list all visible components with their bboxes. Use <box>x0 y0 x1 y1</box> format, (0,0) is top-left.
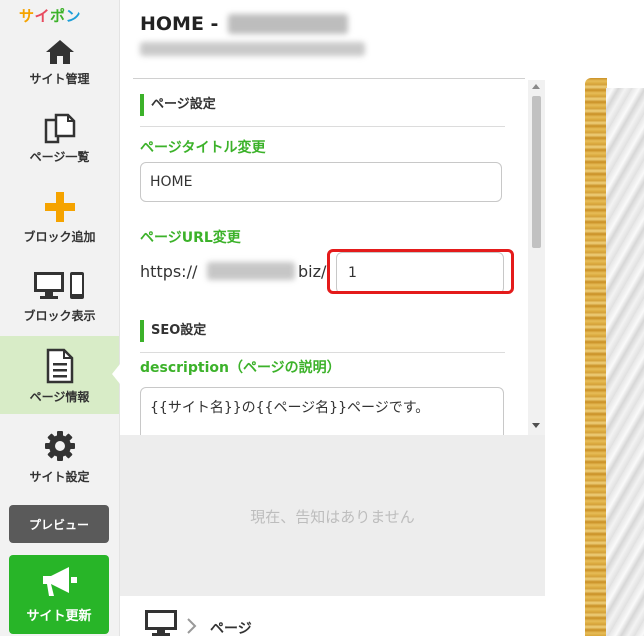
document-icon <box>46 348 73 384</box>
highlight-box <box>327 249 514 294</box>
settings-form: ページ設定 ページタイトル変更 HOME ページURL変更 https:// b… <box>120 80 545 435</box>
page-url-label: ページURL変更 <box>140 230 241 246</box>
site-preview <box>545 0 644 636</box>
divider <box>140 126 505 127</box>
sidebar-item-label: ページ情報 <box>29 390 90 404</box>
home-icon <box>45 40 74 64</box>
description-label: description（ページの説明） <box>140 360 341 376</box>
sidebar-item-label: ページ一覧 <box>29 150 90 164</box>
sidebar-item-label: ブロック表示 <box>23 309 96 323</box>
megaphone-icon <box>43 567 77 596</box>
sidebar-item-page-list[interactable]: ページ一覧 <box>0 106 119 186</box>
sidebar-item-add-block[interactable]: ブロック追加 <box>0 184 119 264</box>
devices-icon <box>33 272 84 299</box>
site-update-label: サイト更新 <box>26 609 92 624</box>
notice-text: 現在、告知はありません <box>250 508 415 526</box>
redacted-site-name <box>228 14 348 34</box>
sidebar-item-label: サイト設定 <box>29 470 90 484</box>
divider <box>133 78 525 79</box>
preview-button[interactable]: プレビュー <box>9 505 109 543</box>
page-info-panel: HOME - ページ設定 ページタイトル変更 HOME ページURL変更 htt… <box>120 0 545 638</box>
gear-icon <box>44 431 75 461</box>
pages-icon <box>44 113 75 144</box>
page-title-input[interactable]: HOME <box>140 162 502 202</box>
breadcrumb-page[interactable]: ページ <box>210 618 252 638</box>
preview-image <box>606 88 644 636</box>
page-title: HOME - <box>140 13 219 35</box>
active-pointer <box>112 364 120 384</box>
monitor-icon <box>145 610 177 636</box>
sidebar-item-site-settings[interactable]: サイト設定 <box>0 420 119 500</box>
notice-area: 現在、告知はありません <box>120 435 545 596</box>
sidebar-item-label: ブロック追加 <box>23 230 96 244</box>
preview-image-frame <box>585 78 607 636</box>
page-title-label: ページタイトル変更 <box>140 140 266 156</box>
sidebar: サイポン サイト管理 ページ一覧 ブロック追加 ブロック表示 ページ情報 サイト… <box>0 0 120 636</box>
url-prefix: https:// <box>140 262 198 281</box>
sidebar-item-site-management[interactable]: サイト管理 <box>0 30 119 110</box>
app-logo: サイポン <box>19 7 82 25</box>
sidebar-item-label: サイト管理 <box>29 72 90 86</box>
sidebar-item-block-display[interactable]: ブロック表示 <box>0 262 119 342</box>
section-heading-seo: SEO設定 <box>140 320 206 342</box>
breadcrumb: ページ <box>120 596 545 638</box>
redacted-site-url <box>140 42 365 56</box>
scrollbar[interactable] <box>528 80 545 435</box>
site-update-button[interactable]: サイト更新 <box>9 555 109 634</box>
plus-icon <box>44 192 75 222</box>
chevron-right-icon <box>187 618 197 634</box>
sidebar-item-page-info[interactable]: ページ情報 <box>0 336 119 414</box>
scroll-down-arrow[interactable] <box>532 423 540 428</box>
scrollbar-thumb[interactable] <box>532 96 541 248</box>
redacted-domain <box>207 262 295 280</box>
scroll-up-arrow[interactable] <box>532 84 540 89</box>
divider <box>140 352 505 353</box>
section-heading-page-settings: ページ設定 <box>140 94 216 116</box>
url-suffix: biz/ <box>298 262 327 281</box>
description-textarea[interactable]: {{サイト名}}の{{ページ名}}ページです。 <box>140 387 504 435</box>
